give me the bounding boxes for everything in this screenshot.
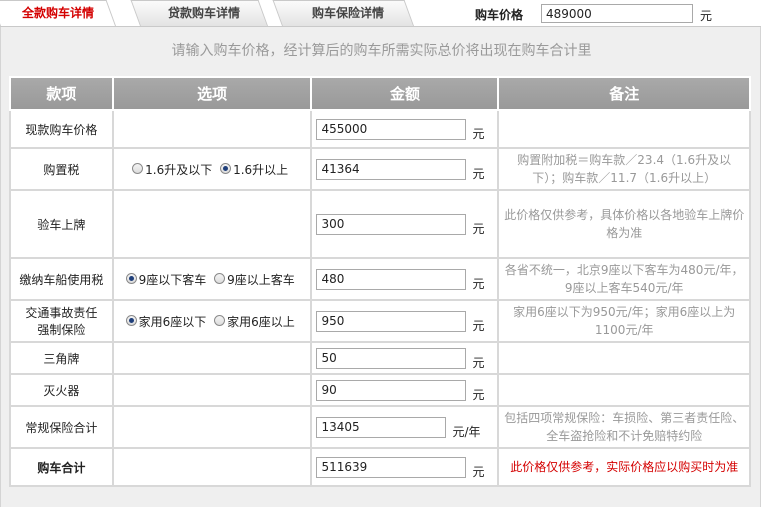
header-item: 款项 (9, 76, 114, 111)
radio-displacement-above-1-6[interactable] (220, 162, 232, 174)
insurance-total-input[interactable] (316, 416, 447, 438)
row-note (497, 373, 751, 407)
registration-fee-input[interactable] (316, 213, 467, 235)
radio-label: 家用6座以上 (227, 314, 295, 329)
tab-bar: 全款购车详情 贷款购车详情 购车保险详情 购车价格 元 (0, 0, 761, 27)
row-note (497, 109, 751, 149)
radio-label: 9座以下客车 (138, 272, 207, 287)
row-amount: 元 (310, 299, 500, 343)
table-row: 三角牌 元 (9, 341, 751, 375)
tab-full-payment[interactable]: 全款购车详情 (0, 0, 116, 26)
row-amount: 元 (310, 189, 500, 259)
row-amount: 元 (310, 341, 500, 375)
car-price-input[interactable] (541, 4, 693, 23)
price-unit: 元 (700, 9, 713, 23)
radio-label: 1.6升以上 (233, 162, 289, 177)
purchase-tax-input[interactable] (316, 158, 467, 180)
row-options (111, 447, 313, 487)
header-note: 备注 (497, 76, 751, 111)
unit-label: 元 (472, 318, 485, 333)
row-note: 购置附加税＝购车款／23.4（1.6升及以下）；购车款／11.7（1.6升以上） (497, 147, 751, 191)
price-label: 购车价格 (475, 8, 524, 22)
unit-label: 元 (472, 276, 485, 291)
unit-label: 元 (472, 387, 485, 402)
warning-triangle-input[interactable] (316, 347, 467, 369)
table-row: 购车合计 元 此价格仅供参考，实际价格应以购买时为准 (9, 447, 751, 487)
tab-insurance[interactable]: 购车保险详情 (272, 0, 414, 26)
unit-label: 元 (472, 221, 485, 236)
table-row: 常规保险合计 元/年 包括四项常规保险：车损险、第三者责任险、全车盗抢险和不计免… (9, 405, 751, 449)
table-row: 灭火器 元 (9, 373, 751, 407)
row-name: 常规保险合计 (9, 405, 114, 449)
unit-label: 元 (472, 126, 485, 141)
row-amount: 元 (310, 373, 500, 407)
row-options (111, 341, 313, 375)
row-options (111, 373, 313, 407)
row-note: 各省不统一，北京9座以下客车为480元/年，9座以上客车540元/年 (497, 257, 751, 301)
tab-loan[interactable]: 贷款购车详情 (130, 0, 268, 26)
row-name-line2: 强制保险 (37, 323, 86, 337)
row-name: 购置税 (9, 147, 114, 191)
row-amount: 元 (310, 447, 500, 487)
table-header-row: 款项 选项 金额 备注 (9, 76, 751, 111)
hint-text: 请输入购车价格，经计算后的购车所需实际总价将出现在购车合计里 (171, 43, 592, 59)
row-note: 此价格仅供参考，具体价格以各地验车上牌价格为准 (497, 189, 751, 259)
unit-label: 元/年 (452, 424, 481, 439)
row-amount: 元 (310, 257, 500, 301)
row-name: 灭火器 (9, 373, 114, 407)
row-options (111, 405, 313, 449)
table-row: 购置税 1.6升及以下 1.6升以上 元 购置附加税＝购车款／23.4（1.6升… (9, 147, 751, 191)
radio-label: 1.6升及以下 (145, 162, 213, 177)
row-options: 1.6升及以下 1.6升以上 (111, 147, 313, 191)
cash-price-input[interactable] (316, 118, 467, 140)
row-name: 三角牌 (9, 341, 114, 375)
unit-label: 元 (472, 355, 485, 370)
fire-extinguisher-input[interactable] (316, 379, 467, 401)
table-row: 验车上牌 元 此价格仅供参考，具体价格以各地验车上牌价格为准 (9, 189, 751, 259)
radio-family-below-6-seats[interactable] (125, 314, 137, 326)
radio-family-above-6-seats[interactable] (214, 314, 226, 326)
table-row: 交通事故责任强制保险 家用6座以下 家用6座以上 元 家用6座以下为950元/年… (9, 299, 751, 343)
row-note (497, 341, 751, 375)
tab-full-payment-label: 全款购车详情 (21, 6, 94, 20)
row-name: 现款购车价格 (9, 109, 114, 149)
radio-displacement-below-1-6[interactable] (132, 162, 144, 174)
table-row: 缴纳车船使用税 9座以下客车 9座以上客车 元 各省不统一，北京9座以下客车为4… (9, 257, 751, 301)
row-options (111, 109, 313, 149)
row-amount: 元/年 (310, 405, 500, 449)
row-amount: 元 (310, 147, 500, 191)
header-option: 选项 (111, 76, 313, 111)
calculator-panel: 请输入购车价格，经计算后的购车所需实际总价将出现在购车合计里 款项 选项 金额 … (0, 27, 761, 507)
unit-label: 元 (472, 464, 485, 479)
header-amount: 金额 (310, 76, 500, 111)
total-disclaimer: 此价格仅供参考，实际价格应以购买时为准 (497, 447, 751, 487)
row-name: 交通事故责任 强制保险 (9, 299, 114, 343)
radio-label: 家用6座以下 (138, 314, 207, 329)
grand-total-input[interactable] (316, 456, 467, 478)
unit-label: 元 (472, 166, 485, 181)
row-amount: 元 (310, 109, 500, 149)
row-name: 购车合计 (9, 447, 114, 487)
vehicle-tax-input[interactable] (316, 268, 467, 290)
calculation-table: 款项 选项 金额 备注 现款购车价格 元 购置税 1.6升及以下 (9, 76, 751, 487)
table-row: 现款购车价格 元 (9, 109, 751, 149)
radio-seats-below-9[interactable] (125, 272, 137, 284)
row-name-line1: 交通事故责任 (25, 306, 98, 320)
row-options (111, 189, 313, 259)
compulsory-insurance-input[interactable] (316, 310, 467, 332)
row-name: 验车上牌 (9, 189, 114, 259)
tab-insurance-label: 购车保险详情 (311, 6, 384, 20)
row-options: 家用6座以下 家用6座以上 (111, 299, 313, 343)
row-note: 家用6座以下为950元/年；家用6座以上为1100元/年 (497, 299, 751, 343)
row-options: 9座以下客车 9座以上客车 (111, 257, 313, 301)
tab-loan-label: 贷款购车详情 (167, 6, 240, 20)
radio-seats-above-9[interactable] (214, 272, 226, 284)
radio-label: 9座以上客车 (227, 272, 295, 287)
row-note: 包括四项常规保险：车损险、第三者责任险、全车盗抢险和不计免赔特约险 (497, 405, 751, 449)
row-name: 缴纳车船使用税 (9, 257, 114, 301)
